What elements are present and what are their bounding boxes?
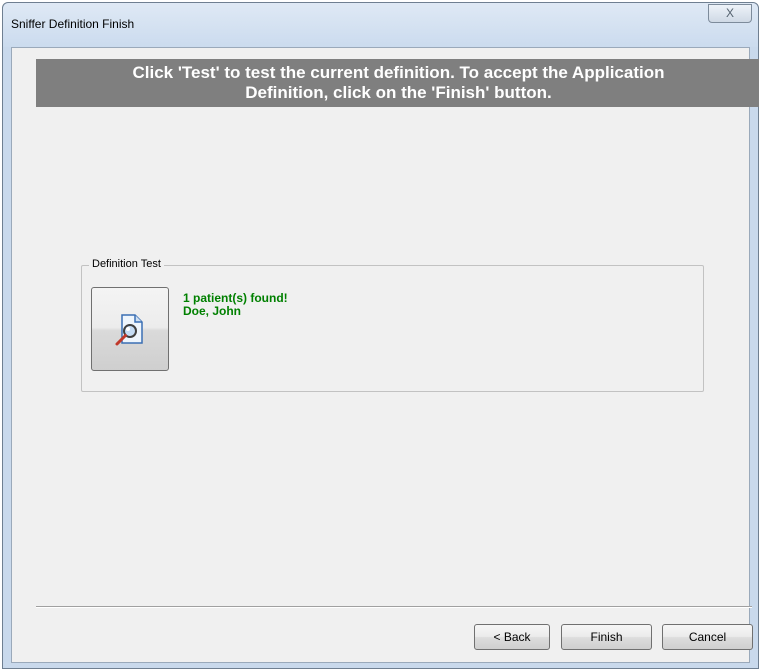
bottom-separator [36, 606, 752, 608]
test-button[interactable] [91, 287, 169, 371]
close-icon: X [725, 6, 734, 20]
close-button[interactable]: X [708, 4, 752, 23]
instruction-banner: Click 'Test' to test the current definit… [36, 59, 759, 107]
title-bar[interactable]: Sniffer Definition Finish X [3, 3, 758, 47]
dialog-window: Sniffer Definition Finish X Click 'Test'… [2, 2, 759, 669]
window-title: Sniffer Definition Finish [11, 17, 135, 31]
definition-test-group: Definition Test 1 patient(s) found! Doe,… [81, 258, 704, 392]
banner-line-1: Click 'Test' to test the current definit… [132, 63, 665, 82]
definition-test-label: Definition Test [89, 258, 164, 270]
finish-button[interactable]: Finish [561, 624, 652, 650]
result-count: 1 patient(s) found! [183, 291, 288, 305]
cancel-button[interactable]: Cancel [662, 624, 753, 650]
banner-line-2: Definition, click on the 'Finish' button… [245, 83, 552, 102]
document-magnifier-icon [115, 314, 143, 346]
dialog-client-area: Click 'Test' to test the current definit… [11, 47, 759, 663]
result-patient-name: Doe, John [183, 304, 242, 318]
back-button[interactable]: < Back [474, 624, 550, 650]
